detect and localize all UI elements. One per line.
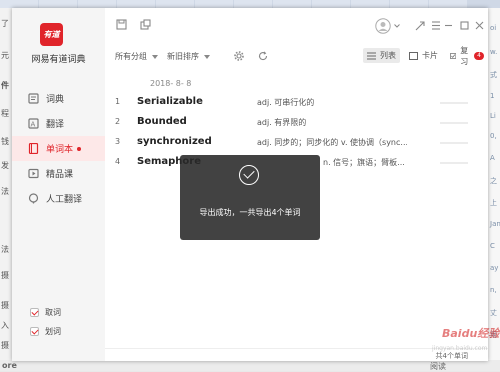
- word-text: Bounded: [137, 116, 187, 127]
- review-count-badge: 4: [474, 51, 484, 60]
- word-definition: adj. 有界限的: [257, 118, 307, 127]
- table-row[interactable]: 1 Serializable adj. 可串行化的: [105, 94, 488, 112]
- sidebar-item-course[interactable]: 精品课: [12, 161, 105, 186]
- sidebar-item-dictionary[interactable]: 词典: [12, 86, 105, 111]
- checkmark-circle-icon: [239, 165, 259, 185]
- dictionary-icon: [28, 93, 39, 104]
- app-logo: 有道: [40, 23, 63, 46]
- export-icon[interactable]: [139, 18, 151, 30]
- checkbox[interactable]: [30, 308, 39, 317]
- export-success-toast: 导出成功，一共导出4个单词: [180, 155, 320, 240]
- background-page-bottom: ore 阅读: [0, 360, 500, 371]
- select-word-toggle[interactable]: 划词: [30, 326, 61, 337]
- mastery-bar: [440, 142, 468, 144]
- app-name: 网易有道词典: [31, 55, 86, 65]
- word-definition: n. 信号；旗语；臂板...: [323, 158, 405, 167]
- list-view-button[interactable]: 列表: [363, 48, 400, 63]
- toast-message: 导出成功，一共导出4个单词: [199, 208, 301, 217]
- card-view-button[interactable]: 卡片: [405, 48, 442, 63]
- background-browser-tabs: [0, 0, 500, 8]
- word-definition: adj. 同步的；同步化的 v. 使协调（sync...: [257, 138, 407, 147]
- group-filter-dropdown[interactable]: 所有分组: [115, 51, 158, 62]
- course-icon: [28, 168, 39, 179]
- mastery-bar: [440, 102, 468, 104]
- sidebar-item-wordbook[interactable]: 单词本: [12, 136, 105, 161]
- table-row[interactable]: 3 synchronized adj. 同步的；同步化的 v. 使协调（sync…: [105, 134, 488, 152]
- sidebar-item-label: 精品课: [46, 170, 74, 180]
- user-avatar-icon[interactable]: [375, 18, 391, 34]
- chevron-down-icon[interactable]: [393, 22, 401, 30]
- review-icon: [450, 52, 457, 59]
- word-text: Serializable: [137, 96, 203, 107]
- checkbox-label: 取词: [45, 308, 61, 317]
- checkbox[interactable]: [30, 327, 39, 336]
- new-indicator-dot: [77, 146, 82, 151]
- checkbox-label: 划词: [45, 327, 61, 336]
- save-icon[interactable]: [115, 18, 127, 30]
- background-page-left: 了 元 件 程 钱 发 法 法 摄 摄 入 摄: [0, 8, 12, 371]
- sidebar-item-translate[interactable]: A 翻译: [12, 111, 105, 136]
- background-page-right: oi w. 式 1 Li 0, A 之 上 Jan C ay n, 丈 用: [488, 8, 500, 371]
- human-translate-icon: [28, 193, 39, 204]
- chevron-down-icon: [204, 54, 210, 59]
- mini-mode-icon[interactable]: [414, 20, 425, 31]
- maximize-icon[interactable]: [459, 20, 470, 31]
- baidu-watermark: Baidu经验 jingyan.baidu.com: [432, 327, 500, 352]
- svg-text:A: A: [31, 121, 36, 129]
- translate-icon: A: [28, 118, 39, 129]
- review-button[interactable]: 复习 4: [446, 46, 488, 66]
- sidebar-item-label: 单词本: [46, 145, 74, 155]
- mastery-bar: [440, 122, 468, 124]
- list-icon: [367, 52, 376, 59]
- minimize-icon[interactable]: [443, 20, 454, 31]
- gear-icon[interactable]: [233, 50, 244, 61]
- sidebar: 有道 网易有道词典 词典 A 翻译 单词本 精品课 人工翻译 取词 划词: [12, 8, 105, 361]
- sidebar-item-label: 翻译: [46, 120, 65, 130]
- menu-icon[interactable]: [430, 20, 441, 31]
- close-icon[interactable]: [474, 20, 485, 31]
- date-group-header: 2018- 8- 8: [150, 79, 192, 88]
- wordbook-icon: [28, 143, 39, 154]
- sidebar-item-label: 人工翻译: [46, 195, 83, 205]
- table-row[interactable]: 2 Bounded adj. 有界限的: [105, 114, 488, 132]
- sync-icon[interactable]: [257, 50, 268, 61]
- sort-dropdown[interactable]: 新旧排序: [167, 51, 210, 62]
- card-icon: [409, 51, 418, 60]
- sidebar-item-human-translate[interactable]: 人工翻译: [12, 186, 105, 211]
- mastery-bar: [440, 162, 468, 164]
- chevron-down-icon: [152, 54, 158, 59]
- word-text: synchronized: [137, 136, 212, 147]
- sidebar-item-label: 词典: [46, 95, 65, 105]
- capture-word-toggle[interactable]: 取词: [30, 307, 61, 318]
- word-definition: adj. 可串行化的: [257, 98, 315, 107]
